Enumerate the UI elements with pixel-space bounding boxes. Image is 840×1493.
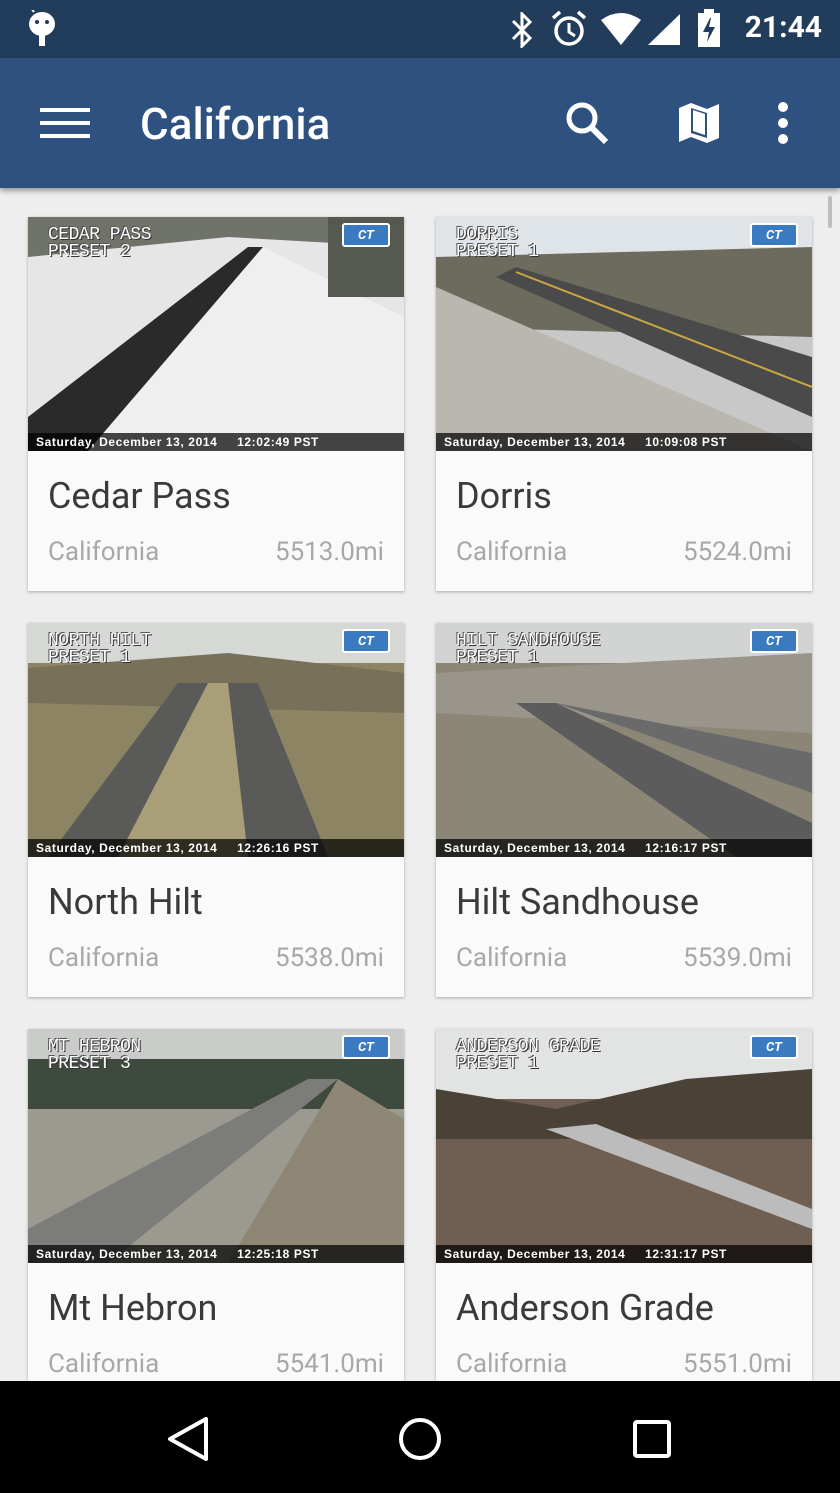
wifi-icon (600, 12, 642, 50)
signal-icon (646, 12, 682, 50)
camera-card[interactable]: DORRIS PRESET 1 CT Saturday, December 13… (436, 217, 812, 591)
camera-name: Dorris (456, 475, 552, 517)
caltrans-logo: CT (750, 223, 798, 247)
camera-distance: 5551.0mi (682, 1349, 792, 1379)
camera-card[interactable]: MT HEBRON PRESET 3 CT Saturday, December… (28, 1029, 404, 1381)
camera-overlay-label: NORTH HILT PRESET 1 (48, 631, 152, 668)
recents-button[interactable] (622, 1409, 682, 1469)
camera-timestamp: Saturday, December 13, 2014 12:31:17 PST (436, 1245, 812, 1263)
map-icon (679, 103, 719, 143)
camera-grid[interactable]: CEDAR PASS PRESET 2 CT Saturday, Decembe… (0, 188, 840, 1381)
camera-timestamp: Saturday, December 13, 2014 10:09:08 PST (436, 433, 812, 451)
caltrans-logo: CT (342, 629, 390, 653)
camera-distance: 5513.0mi (274, 537, 384, 567)
camera-card[interactable]: CEDAR PASS PRESET 2 CT Saturday, Decembe… (28, 217, 404, 591)
camera-image: NORTH HILT PRESET 1 CT Saturday, Decembe… (28, 623, 404, 857)
camera-overlay-label: CEDAR PASS PRESET 2 (48, 225, 152, 262)
camera-distance: 5524.0mi (682, 537, 792, 567)
camera-name: Cedar Pass (48, 475, 231, 517)
back-icon (168, 1417, 208, 1461)
camera-overlay-label: DORRIS PRESET 1 (456, 225, 539, 262)
camera-image: CEDAR PASS PRESET 2 CT Saturday, Decembe… (28, 217, 404, 451)
camera-card[interactable]: HILT SANDHOUSE PRESET 1 CT Saturday, Dec… (436, 623, 812, 997)
menu-button[interactable] (40, 98, 90, 148)
camera-region: California (456, 943, 568, 973)
camera-overlay-label: MT HEBRON PRESET 3 (48, 1037, 141, 1074)
camera-image: ANDERSON GRADE PRESET 1 CT Saturday, Dec… (436, 1029, 812, 1263)
app-bar: California (0, 58, 840, 188)
clock-time: 21:44 (744, 10, 822, 45)
system-navigation-bar (0, 1381, 840, 1493)
camera-name: Anderson Grade (456, 1287, 714, 1329)
android-debug-icon (28, 7, 56, 52)
battery-charging-icon (696, 8, 722, 52)
camera-name: North Hilt (48, 881, 203, 923)
caltrans-logo: CT (342, 223, 390, 247)
home-icon (399, 1418, 441, 1460)
more-options-button[interactable] (758, 98, 808, 148)
camera-timestamp: Saturday, December 13, 2014 12:02:49 PST (28, 433, 404, 451)
page-title: California (140, 98, 331, 150)
camera-distance: 5539.0mi (682, 943, 792, 973)
camera-distance: 5538.0mi (274, 943, 384, 973)
more-vert-icon (778, 102, 788, 144)
scrollbar[interactable] (828, 196, 832, 228)
camera-region: California (48, 1349, 160, 1379)
alarm-icon (550, 10, 588, 52)
camera-card[interactable]: ANDERSON GRADE PRESET 1 CT Saturday, Dec… (436, 1029, 812, 1381)
caltrans-logo: CT (342, 1035, 390, 1059)
camera-timestamp: Saturday, December 13, 2014 12:25:18 PST (28, 1245, 404, 1263)
camera-distance: 5541.0mi (274, 1349, 384, 1379)
recents-icon (633, 1420, 671, 1458)
map-button[interactable] (674, 98, 724, 148)
camera-overlay-label: HILT SANDHOUSE PRESET 1 (456, 631, 601, 668)
caltrans-logo: CT (750, 1035, 798, 1059)
camera-region: California (456, 1349, 568, 1379)
bluetooth-icon (510, 10, 534, 52)
camera-image: HILT SANDHOUSE PRESET 1 CT Saturday, Dec… (436, 623, 812, 857)
status-bar: 21:44 (0, 0, 840, 58)
camera-image: DORRIS PRESET 1 CT Saturday, December 13… (436, 217, 812, 451)
back-button[interactable] (158, 1409, 218, 1469)
camera-region: California (48, 537, 160, 567)
search-button[interactable] (562, 98, 612, 148)
camera-region: California (48, 943, 160, 973)
camera-timestamp: Saturday, December 13, 2014 12:16:17 PST (436, 839, 812, 857)
camera-image: MT HEBRON PRESET 3 CT Saturday, December… (28, 1029, 404, 1263)
camera-region: California (456, 537, 568, 567)
camera-name: Mt Hebron (48, 1287, 218, 1329)
caltrans-logo: CT (750, 629, 798, 653)
home-button[interactable] (390, 1409, 450, 1469)
camera-card[interactable]: NORTH HILT PRESET 1 CT Saturday, Decembe… (28, 623, 404, 997)
camera-timestamp: Saturday, December 13, 2014 12:26:16 PST (28, 839, 404, 857)
menu-icon (40, 108, 90, 138)
search-icon (566, 102, 609, 145)
camera-name: Hilt Sandhouse (456, 881, 699, 923)
camera-overlay-label: ANDERSON GRADE PRESET 1 (456, 1037, 601, 1074)
